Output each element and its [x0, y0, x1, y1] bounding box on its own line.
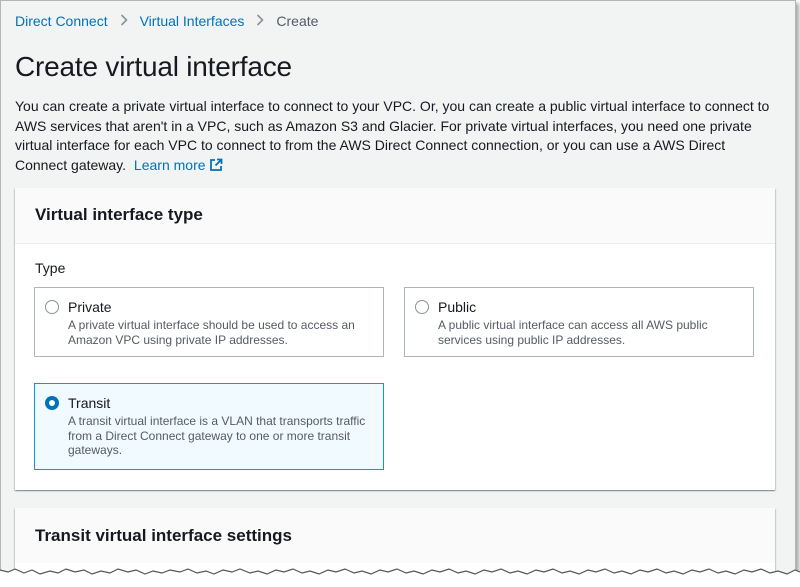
panel-title: Virtual interface type	[35, 205, 203, 224]
option-description: A public virtual interface can access al…	[438, 318, 708, 347]
virtual-interface-type-panel: Virtual interface type Type Private A pr…	[15, 188, 775, 490]
breadcrumb-virtual-interfaces[interactable]: Virtual Interfaces	[140, 13, 245, 29]
type-option-public[interactable]: Public A public virtual interface can ac…	[404, 287, 754, 357]
breadcrumb-current: Create	[276, 13, 319, 29]
option-title: Transit	[68, 395, 111, 411]
breadcrumb-direct-connect[interactable]: Direct Connect	[15, 13, 108, 29]
external-link-icon	[209, 158, 223, 178]
panel-title: Transit virtual interface settings	[35, 526, 292, 545]
intro-text: You can create a private virtual interfa…	[15, 98, 770, 173]
chevron-right-icon	[256, 13, 265, 29]
page-title: Create virtual interface	[15, 51, 292, 82]
type-option-transit[interactable]: Transit A transit virtual interface is a…	[34, 383, 384, 470]
torn-edge	[0, 568, 800, 587]
breadcrumb: Direct Connect Virtual Interfaces Create	[15, 13, 318, 29]
learn-more-link[interactable]: Learn more	[134, 157, 223, 173]
chevron-right-icon	[120, 13, 128, 29]
type-label: Type	[35, 260, 66, 276]
option-description: A private virtual interface should be us…	[68, 318, 355, 347]
page-description: You can create a private virtual interfa…	[15, 97, 771, 177]
radio-button-selected[interactable]	[45, 396, 59, 410]
type-option-private[interactable]: Private A private virtual interface shou…	[34, 287, 384, 357]
panel-header: Transit virtual interface settings	[15, 508, 775, 563]
option-description: A transit virtual interface is a VLAN th…	[68, 414, 366, 457]
learn-more-label: Learn more	[133, 156, 206, 173]
option-title: Public	[438, 299, 477, 315]
panel-header: Virtual interface type	[15, 188, 775, 244]
radio-button[interactable]	[45, 300, 59, 314]
radio-button[interactable]	[415, 300, 429, 314]
screenshot-frame: Direct Connect Virtual Interfaces Create…	[0, 0, 796, 587]
option-title: Private	[68, 299, 112, 315]
